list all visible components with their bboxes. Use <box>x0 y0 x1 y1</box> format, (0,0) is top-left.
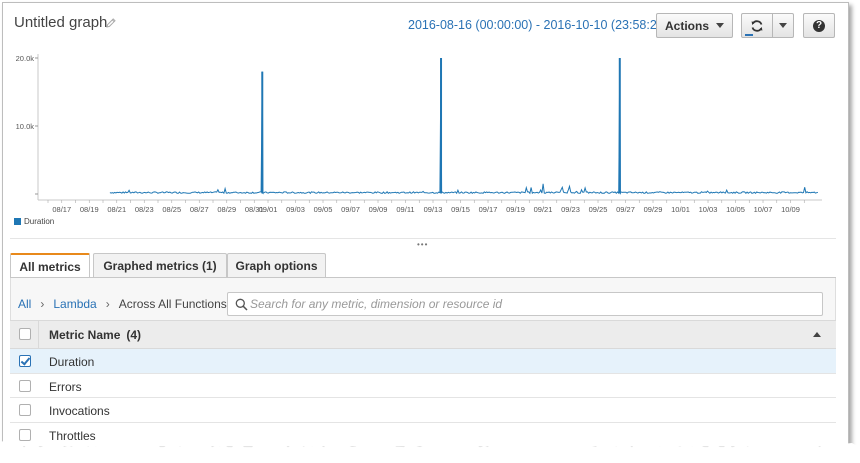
table-row[interactable]: Errors <box>10 373 836 398</box>
duration-series-line <box>109 57 819 195</box>
metric-name-header[interactable]: Metric Name (4) <box>49 328 141 342</box>
x-tick-label: 09/27 <box>616 205 635 214</box>
x-tick-label: 09/23 <box>561 205 580 214</box>
x-tick-label: 10/09 <box>781 205 800 214</box>
x-tick-label: 10/01 <box>671 205 690 214</box>
search-box[interactable] <box>227 292 823 316</box>
refresh-options-button[interactable] <box>772 13 794 38</box>
x-tick-label: 09/19 <box>506 205 525 214</box>
tab-graph-options[interactable]: Graph options <box>227 253 326 278</box>
row-checkbox[interactable] <box>19 379 31 392</box>
search-icon <box>235 298 248 311</box>
x-tick-label: 08/19 <box>80 205 99 214</box>
x-tick-label: 09/05 <box>314 205 333 214</box>
x-tick-label: 08/27 <box>190 205 209 214</box>
date-range-label: 2016-08-16 (00:00:00) - 2016-10-10 (23:5… <box>408 18 668 32</box>
breadcrumb-lambda[interactable]: Lambda <box>53 297 96 311</box>
x-tick-label: 09/03 <box>286 205 305 214</box>
x-tick-label: 09/21 <box>534 205 553 214</box>
select-all-cell <box>10 321 39 348</box>
chevron-right-icon: › <box>105 297 110 311</box>
x-tick-label: 08/25 <box>162 205 181 214</box>
legend-label: Duration <box>24 217 55 226</box>
breadcrumb: All › Lambda › Across All Functions <box>18 297 227 311</box>
tab-graphed-metrics[interactable]: Graphed metrics (1) <box>93 253 227 278</box>
select-all-checkbox[interactable] <box>19 328 31 340</box>
metric-name: Duration <box>49 355 95 369</box>
resize-handle[interactable]: ••• <box>417 240 428 249</box>
x-tick-label: 09/09 <box>369 205 388 214</box>
help-button[interactable]: ? <box>803 13 835 38</box>
x-tick-label: 08/17 <box>52 205 71 214</box>
refresh-icon <box>751 19 763 32</box>
chevron-right-icon: › <box>40 297 45 311</box>
metrics-table: Metric Name (4) Duration Errors Invocatio… <box>10 320 836 447</box>
row-checkbox[interactable] <box>19 404 31 416</box>
table-header: Metric Name (4) <box>10 320 836 349</box>
x-tick-label: 09/13 <box>424 205 443 214</box>
graph-title[interactable]: Untitled graph <box>14 14 107 31</box>
breadcrumb-all[interactable]: All <box>18 297 31 311</box>
x-tick-label: 09/15 <box>451 205 470 214</box>
x-tick-label: 09/25 <box>589 205 608 214</box>
chevron-down-icon <box>716 23 724 28</box>
actions-button[interactable]: Actions <box>656 13 733 38</box>
metric-name: Invocations <box>49 404 110 418</box>
chart-legend[interactable]: Duration <box>14 217 54 226</box>
breadcrumb-current: Across All Functions <box>118 297 227 311</box>
pencil-icon[interactable] <box>105 17 117 29</box>
x-tick-label: 08/21 <box>107 205 126 214</box>
sort-ascending-icon[interactable] <box>813 332 821 337</box>
tab-all-metrics[interactable]: All metrics <box>10 253 90 279</box>
x-tick-label: 09/01 <box>259 205 278 214</box>
search-input[interactable] <box>250 295 810 313</box>
date-range-picker[interactable]: 2016-08-16 (00:00:00) - 2016-10-10 (23:5… <box>408 18 680 32</box>
table-row[interactable]: Duration <box>10 349 836 374</box>
x-tick-label: 10/07 <box>754 205 773 214</box>
help-icon: ? <box>813 19 825 32</box>
metric-name: Errors <box>49 379 82 394</box>
x-tick-label: 09/17 <box>479 205 498 214</box>
refresh-button[interactable] <box>741 13 773 38</box>
x-tick-label: 10/03 <box>699 205 718 214</box>
x-tick-label: 09/11 <box>396 205 414 214</box>
x-tick-label: 09/29 <box>644 205 663 214</box>
y-tick-label: 10.0k <box>16 122 35 131</box>
y-tick-label: 20.0k <box>16 54 35 63</box>
row-checkbox[interactable] <box>19 355 31 367</box>
x-tick-label: 09/07 <box>341 205 360 214</box>
header-label: Metric Name <box>49 328 121 342</box>
panel-divider <box>10 238 836 239</box>
chevron-down-icon <box>779 23 787 28</box>
legend-swatch <box>14 218 21 225</box>
duration-chart: 20.0k 10.0k 08/17 08/19 08/21 08/23 08/25 08/27… <box>16 54 822 214</box>
table-row[interactable]: Invocations <box>10 398 836 423</box>
x-tick-label: 08/23 <box>135 205 154 214</box>
torn-edge <box>0 439 860 463</box>
x-tick-label: 08/29 <box>217 205 236 214</box>
x-tick-label: 10/05 <box>726 205 745 214</box>
header-count: (4) <box>126 328 142 342</box>
actions-label: Actions <box>664 18 709 33</box>
